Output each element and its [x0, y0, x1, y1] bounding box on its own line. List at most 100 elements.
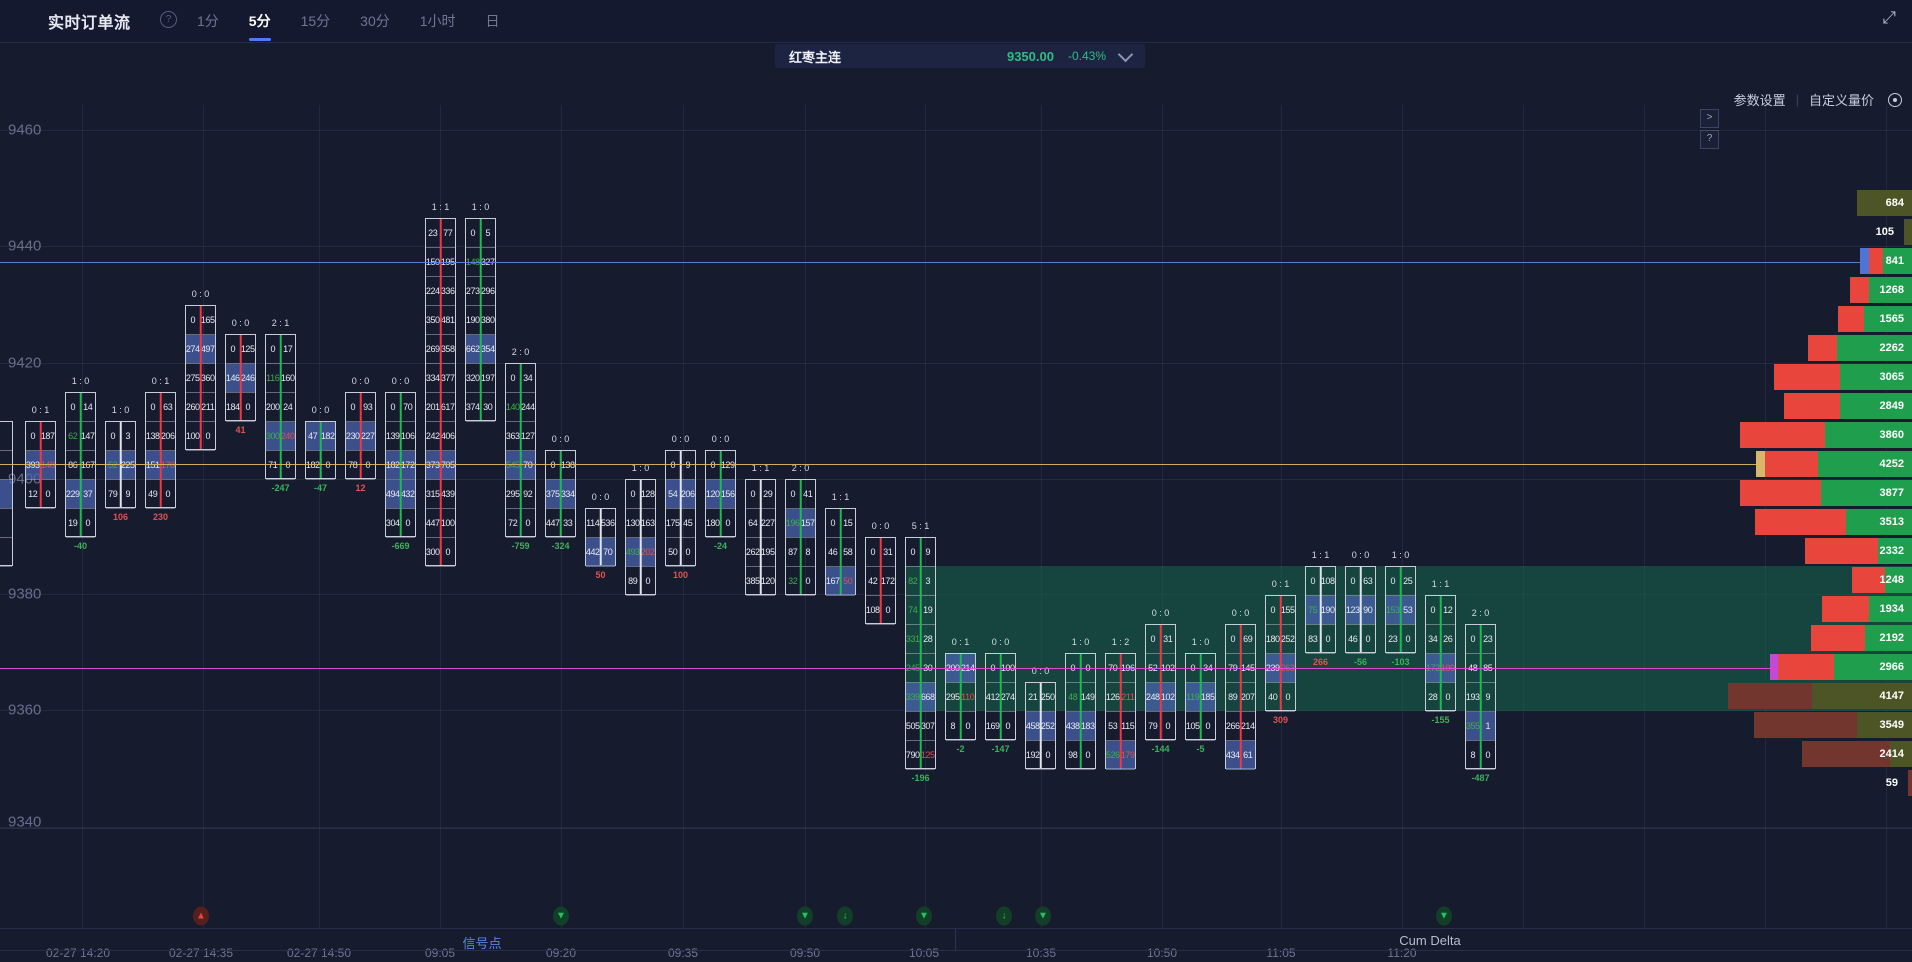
ask-volume: 93: [361, 393, 376, 421]
volume-profile-value: 4147: [1880, 690, 1904, 702]
volume-profile-row: 2414: [1802, 741, 1912, 767]
footprint-column[interactable]: 471821820: [305, 421, 336, 479]
interval-tab-15分[interactable]: 15分: [299, 5, 333, 37]
price-path-line: [839, 509, 842, 594]
volume-profile-row: 2966: [1770, 654, 1912, 680]
volume-profile-row: 3549: [1754, 712, 1912, 738]
ask-volume: 0: [1361, 625, 1376, 653]
expand-icon[interactable]: ⤢: [1882, 8, 1896, 28]
ask-volume: 336: [441, 277, 456, 305]
volume-profile-row: 841: [1860, 248, 1912, 274]
footprint-column[interactable]: 20021429511080: [945, 653, 976, 740]
footprint-column[interactable]: 063138206151170490: [145, 392, 176, 508]
interval-tabs: 1分 5分 15分 30分 1小时日: [195, 0, 502, 42]
footprint-column[interactable]: 01711616020024300240710: [265, 334, 296, 479]
footprint-column[interactable]: 093230227780: [345, 392, 376, 479]
target-icon[interactable]: [1888, 93, 1902, 107]
ask-volume: 0: [161, 480, 176, 508]
footprint-column[interactable]: 0341402443631275457029592720: [505, 363, 536, 537]
footprint-column[interactable]: 02964227262195385120: [745, 479, 776, 595]
footprint-column[interactable]: 041196157878320: [785, 479, 816, 595]
footprint-column[interactable]: 0123426172199280: [1425, 595, 1456, 711]
ask-volume: 37: [81, 480, 96, 508]
custom-volume-price-button[interactable]: 自定义量价: [1809, 90, 1874, 109]
time-axis-label: 09:50: [790, 946, 820, 960]
column-delta: -24: [714, 541, 727, 551]
price-axis-label: 9380: [8, 586, 41, 603]
ask-volume: 61: [1241, 741, 1256, 769]
footprint-column[interactable]: 06312390460: [1345, 566, 1376, 653]
footprint-column[interactable]: 01652744972753602602111000: [185, 305, 216, 450]
sell-volume-bar: [1754, 712, 1857, 738]
time-axis-label: 02-27 14:20: [46, 946, 110, 960]
side-button-?[interactable]: ?: [1700, 130, 1719, 149]
footprint-column[interactable]: 02348851939355180: [1465, 624, 1496, 769]
footprint-column[interactable]: 0048149438183980: [1065, 653, 1096, 769]
interval-tab-5分[interactable]: 5分: [247, 5, 273, 37]
footprint-column[interactable]: 013837533444733: [545, 450, 576, 537]
footprint-cell-row: 1: [0, 422, 12, 451]
ask-volume: 120: [761, 567, 776, 595]
footprint-column[interactable]: 015465816750: [825, 508, 856, 595]
chevron-down-icon: [1118, 46, 1134, 62]
column-delta: -2: [956, 744, 964, 754]
footprint-column[interactable]: 0982374193312824530339668505307790125: [905, 537, 936, 769]
volume-profile-value: 1934: [1880, 603, 1904, 615]
help-icon[interactable]: ?: [160, 11, 177, 28]
ask-volume: 0: [1081, 741, 1096, 769]
volume-profile-row: 4252: [1756, 451, 1912, 477]
footprint-column[interactable]: 11453644270: [585, 508, 616, 566]
chart-toolbar: 参数设置 | 自定义量价: [1734, 90, 1902, 109]
footprint-column[interactable]: 7019612621153115526179: [1105, 653, 1136, 769]
ask-volume: 9: [1481, 683, 1496, 711]
column-delta: 12: [355, 483, 365, 493]
ask-volume: 31: [1161, 625, 1176, 653]
footprint-column[interactable]: 0341191851050: [1185, 653, 1216, 740]
footprint-column[interactable]: 069791458920726621443461: [1225, 624, 1256, 769]
footprint-column[interactable]: 212504582521920: [1025, 682, 1056, 769]
interval-tab-30分[interactable]: 30分: [358, 5, 392, 37]
side-button->[interactable]: >: [1700, 109, 1719, 128]
footprint-column[interactable]: 0514832727329619038066235432019737430: [465, 218, 496, 421]
ask-volume: 439: [441, 480, 456, 508]
ask-volume: 250: [1041, 683, 1056, 711]
imbalance-label: 1 : 1: [1312, 550, 1330, 560]
ask-volume: 3: [921, 567, 936, 595]
ask-volume: 26: [1441, 625, 1456, 653]
footprint-column[interactable]: 01004122741690: [985, 653, 1016, 740]
ask-volume: 380: [481, 306, 496, 334]
footer-separator-top: [0, 928, 1912, 929]
footprint-column[interactable]: 010875190830: [1305, 566, 1336, 653]
footprint-column[interactable]: 01251462461840: [225, 334, 256, 421]
ask-volume: 23: [1481, 625, 1496, 653]
symbol-selector[interactable]: 红枣主连 9350.00 -0.43%: [775, 44, 1145, 68]
footprint-column[interactable]: 01291201561800: [705, 450, 736, 537]
ask-volume: 0: [1481, 741, 1496, 769]
interval-tab-1分[interactable]: 1分: [195, 5, 221, 37]
ask-volume: 34: [521, 364, 536, 392]
imbalance-label: 0 : 1: [1272, 579, 1290, 589]
footprint-column[interactable]: 095420617545500: [665, 450, 696, 566]
ask-volume: [0, 509, 12, 537]
footprint-column[interactable]: 03152102248102790: [1145, 624, 1176, 740]
footprint-column[interactable]: 0128130163493202890: [625, 479, 656, 595]
interval-tab-1小时[interactable]: 1小时: [418, 5, 458, 37]
settings-button[interactable]: 参数设置: [1734, 90, 1786, 109]
ask-volume: 0: [1401, 625, 1416, 653]
footprint-column[interactable]: 1195105530: [0, 421, 13, 566]
volume-profile-value: 1268: [1880, 284, 1904, 296]
ask-volume: 227: [361, 422, 376, 450]
price-path-line: [1319, 567, 1322, 652]
vah-marker: [1860, 248, 1869, 274]
ask-volume: 63: [1361, 567, 1376, 595]
imbalance-label: 0 : 0: [352, 376, 370, 386]
footprint-column[interactable]: 2377150195224336350481269358334377201617…: [425, 218, 456, 566]
volume-profile-row: 2192: [1811, 625, 1912, 651]
ask-volume: 69: [1241, 625, 1256, 653]
footprint-column[interactable]: 0155180252239263400: [1265, 595, 1296, 711]
footprint-column[interactable]: 02515353230: [1385, 566, 1416, 653]
footprint-column[interactable]: 031421721080: [865, 537, 896, 624]
interval-tab-日[interactable]: 日: [484, 5, 502, 37]
ask-volume: 307: [921, 712, 936, 740]
sell-volume-bar: [1811, 625, 1865, 651]
